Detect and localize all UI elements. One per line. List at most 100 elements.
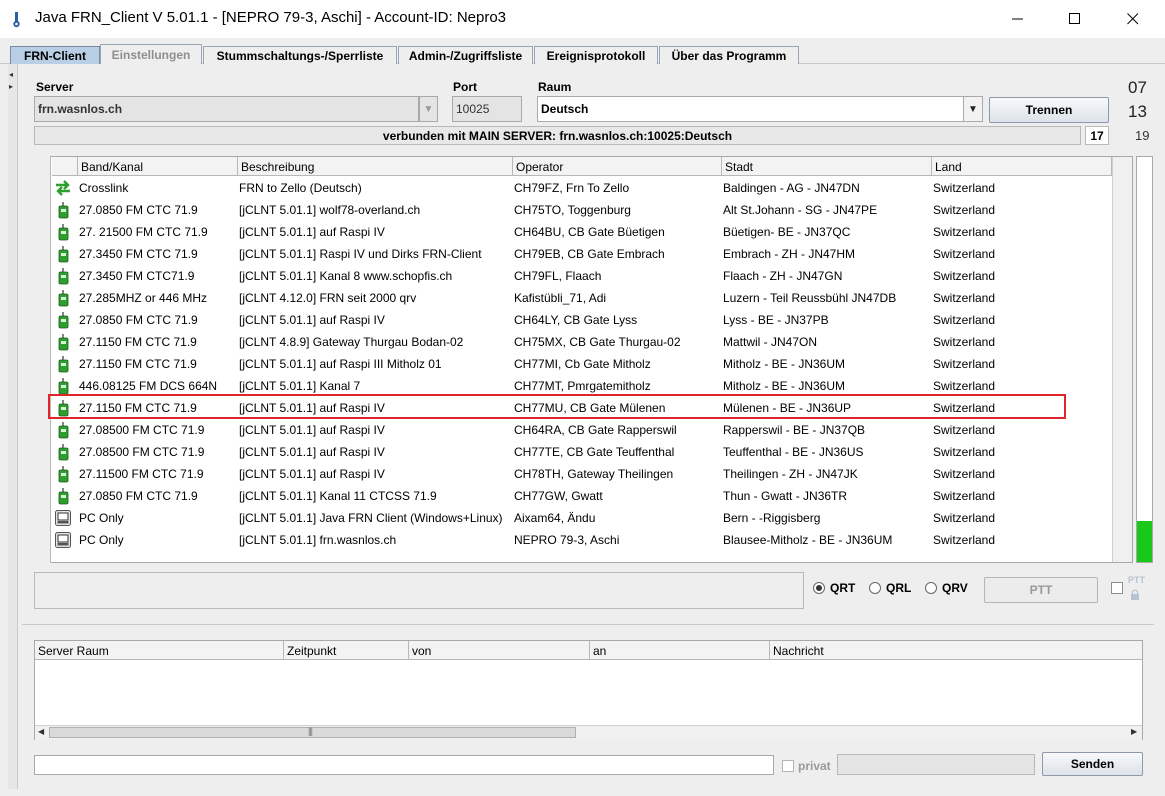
table-row[interactable]: 27.08500 FM CTC 71.9 [jCLNT 5.01.1] auf R…	[52, 441, 1112, 463]
table-row[interactable]: 27.0850 FM CTC 71.9 [jCLNT 5.01.1] auf Ra…	[52, 309, 1112, 331]
counter-bottom: 19	[1135, 128, 1150, 143]
scroll-left-icon[interactable]: ◀	[38, 727, 44, 736]
port-field[interactable]: 10025	[452, 96, 522, 122]
radio-qrl[interactable]	[869, 582, 881, 594]
tab-stummschaltung[interactable]: Stummschaltungs-/Sperrliste	[203, 46, 397, 65]
radio-qrv[interactable]	[925, 582, 937, 594]
grip-icon: |||	[308, 726, 313, 736]
cell-city: Mülenen - BE - JN36UP	[723, 401, 852, 415]
cell-city: Mitholz - BE - JN36UM	[723, 379, 846, 393]
table-row[interactable]: 446.08125 FM DCS 664N [jCLNT 5.01.1] Kana…	[52, 375, 1112, 397]
cell-description: [jCLNT 5.01.1] auf Raspi IV	[239, 445, 385, 459]
radio-icon	[58, 466, 69, 483]
tab-admin-zugriff[interactable]: Admin-/Zugriffsliste	[398, 46, 533, 65]
cell-description: [jCLNT 5.01.1] frn.wasnlos.ch	[239, 533, 397, 547]
chat-scroll-thumb[interactable]	[49, 727, 576, 738]
col-server-room-header[interactable]: Server Raum	[35, 641, 284, 660]
table-row[interactable]: 27.0850 FM CTC 71.9 [jCLNT 5.01.1] Kanal …	[52, 485, 1112, 507]
table-row[interactable]: 27.1150 FM CTC 71.9 [jCLNT 4.8.9] Gateway…	[52, 331, 1112, 353]
cell-operator: CH75MX, CB Gate Thurgau-02	[514, 335, 681, 349]
cell-country: Switzerland	[933, 423, 996, 437]
col-message-header[interactable]: Nachricht	[770, 641, 1142, 660]
server-combo[interactable]: frn.wasnlos.ch	[34, 96, 419, 122]
connection-status: verbunden mit MAIN SERVER: frn.wasnlos.c…	[34, 126, 1081, 145]
room-dropdown-button[interactable]: ▼	[963, 96, 983, 122]
tab-ueber-programm[interactable]: Über das Programm	[659, 46, 799, 65]
col-band-header[interactable]: Band/Kanal	[77, 157, 237, 176]
table-row[interactable]: PC Only [jCLNT 5.01.1] frn.wasnlos.ch NEPR…	[52, 529, 1112, 551]
ptt-lock-checkbox[interactable]	[1111, 582, 1123, 594]
table-row[interactable]: 27.0850 FM CTC 71.9 [jCLNT 5.01.1] wolf78…	[52, 199, 1112, 221]
radio-qrt[interactable]	[813, 582, 825, 594]
cell-operator: NEPRO 79-3, Aschi	[514, 533, 620, 547]
table-row[interactable]: 27.1150 FM CTC 71.9 [jCLNT 5.01.1] auf Ra…	[52, 353, 1112, 375]
cell-country: Switzerland	[933, 247, 996, 261]
privat-checkbox[interactable]	[782, 760, 794, 772]
cell-band: 27.3450 FM CTC 71.9	[79, 247, 198, 261]
radio-icon	[58, 378, 69, 395]
minimize-button[interactable]	[995, 0, 1041, 38]
maximize-icon	[1069, 13, 1080, 24]
radio-icon	[58, 246, 69, 263]
cell-city: Teuffenthal - BE - JN36US	[723, 445, 864, 459]
radio-icon	[58, 444, 69, 461]
cell-operator: CH77MT, Pmrgatemitholz	[514, 379, 651, 393]
room-label: Raum	[538, 80, 572, 94]
radio-qrl-label[interactable]: QRL	[886, 581, 911, 595]
maximize-button[interactable]	[1052, 0, 1098, 38]
table-row[interactable]: 27. 21500 FM CTC 71.9 [jCLNT 5.01.1] auf …	[52, 221, 1112, 243]
cell-band: 27.1150 FM CTC 71.9	[79, 357, 197, 371]
split-pane-divider[interactable]	[22, 624, 1154, 630]
tab-frn-client[interactable]: FRN-Client	[10, 46, 100, 65]
table-row[interactable]: PC Only [jCLNT 5.01.1] Java FRN Client (W…	[52, 507, 1112, 529]
scroll-right-icon[interactable]: ▶	[1131, 727, 1137, 736]
cell-operator: CH64LY, CB Gate Lyss	[514, 313, 638, 327]
collapse-left-icon[interactable]: ◂	[9, 70, 13, 79]
left-divider-strip[interactable]	[8, 64, 18, 789]
cell-city: Theilingen - ZH - JN47JK	[723, 467, 858, 481]
ptt-button[interactable]: PTT	[984, 577, 1098, 603]
cell-operator: CH64RA, CB Gate Rapperswil	[514, 423, 677, 437]
collapse-right-icon[interactable]: ▸	[9, 82, 13, 91]
cell-operator: CH77MU, CB Gate Mülenen	[514, 401, 666, 415]
col-description-header[interactable]: Beschreibung	[237, 157, 512, 176]
table-row[interactable]: 27.11500 FM CTC 71.9 [jCLNT 5.01.1] auf R…	[52, 463, 1112, 485]
cell-description: [jCLNT 5.01.1] auf Raspi III Mitholz 01	[239, 357, 442, 371]
col-from-header[interactable]: von	[409, 641, 590, 660]
table-row[interactable]: 27.285MHZ or 446 MHz [jCLNT 4.12.0] FRN s…	[52, 287, 1112, 309]
table-row[interactable]: 27.08500 FM CTC 71.9 [jCLNT 5.01.1] auf R…	[52, 419, 1112, 441]
table-row[interactable]: 27.3450 FM CTC 71.9 [jCLNT 5.01.1] Raspi …	[52, 243, 1112, 265]
cell-band: PC Only	[79, 533, 124, 547]
table-vertical-scrollbar[interactable]	[1112, 157, 1132, 562]
disconnect-button[interactable]: Trennen	[989, 97, 1109, 123]
col-country-header[interactable]: Land	[931, 157, 1112, 176]
room-combo[interactable]: Deutsch	[537, 96, 964, 122]
chat-message-input[interactable]	[34, 755, 774, 775]
col-operator-header[interactable]: Operator	[512, 157, 721, 176]
table-row[interactable]: 27.1150 FM CTC 71.9 [jCLNT 5.01.1] auf Ra…	[52, 397, 1112, 419]
tab-ereignisprotokoll[interactable]: Ereignisprotokoll	[534, 46, 658, 65]
radio-icon	[58, 422, 69, 439]
table-row[interactable]: 27.3450 FM CTC71.9 [jCLNT 5.01.1] Kanal 8…	[52, 265, 1112, 287]
tab-einstellungen[interactable]: Einstellungen	[100, 44, 202, 65]
send-button[interactable]: Senden	[1042, 752, 1143, 776]
col-city-header[interactable]: Stadt	[721, 157, 931, 176]
user-count-badge: 17	[1085, 126, 1109, 145]
cell-operator: CH79FZ, Frn To Zello	[514, 181, 630, 195]
server-dropdown-button[interactable]: ▼	[419, 96, 438, 122]
radio-icon	[58, 290, 69, 307]
radio-icon	[58, 334, 69, 351]
cell-country: Switzerland	[933, 467, 996, 481]
radio-qrt-label[interactable]: QRT	[830, 581, 855, 595]
cell-band: PC Only	[79, 511, 124, 525]
col-time-header[interactable]: Zeitpunkt	[284, 641, 409, 660]
cell-operator: CH77GW, Gwatt	[514, 489, 603, 503]
privat-recipient-field[interactable]	[837, 754, 1035, 775]
ptt-lock-label: PTT	[1128, 575, 1145, 585]
table-row[interactable]: Crosslink FRN to Zello (Deutsch) CH79FZ, F…	[52, 177, 1112, 199]
close-button[interactable]	[1110, 0, 1156, 38]
col-to-header[interactable]: an	[590, 641, 770, 660]
table-row-header-strip	[34, 156, 51, 563]
radio-qrv-label[interactable]: QRV	[942, 581, 968, 595]
cell-band: Crosslink	[79, 181, 129, 195]
